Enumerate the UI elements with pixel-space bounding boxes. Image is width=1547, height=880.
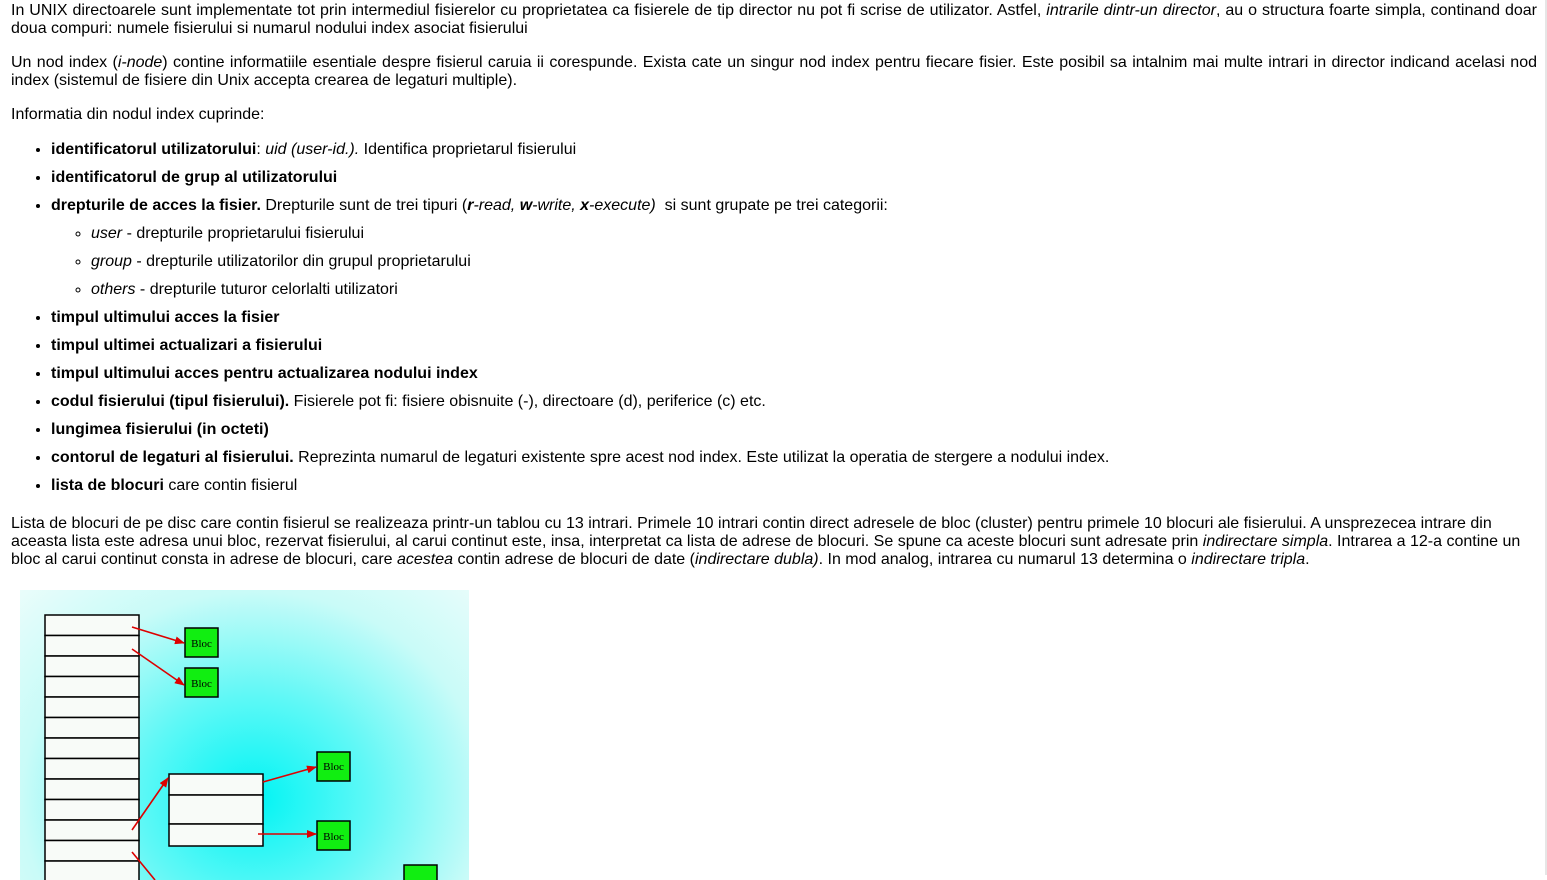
block-list-paragraph: Lista de blocuri de pe disc care contin … [11,515,1521,568]
table-cell [44,819,140,842]
table-cell [44,860,140,880]
list-item: identificatorul utilizatorului: uid (use… [51,141,1537,159]
inode-paragraph: Un nod index (i-node) contine informatii… [11,54,1538,89]
table-cell [44,798,140,821]
table-cell [44,655,140,678]
table-cell [168,773,264,796]
list-item: drepturile de acces la fisier. Drepturil… [51,197,1537,299]
list-item: timpul ultimului acces pentru actualizar… [51,365,1537,383]
svg-text:Bloc: Bloc [191,638,212,650]
svg-text:Bloc: Bloc [323,761,344,773]
address-table [44,614,140,880]
list-item: group - drepturile utilizatorilor din gr… [91,253,1537,271]
data-block: Bloc [316,820,351,851]
table-cell [44,737,140,760]
table-cell [44,634,140,657]
table-cell [168,823,264,847]
table-cell [44,778,140,801]
list-item: user - drepturile proprietarului fisieru… [91,225,1537,243]
inode-info-lead: Informatia din nodul index cuprinde: [11,106,265,123]
list-item: others - drepturile tuturor celorlalti u… [91,281,1537,299]
table-cell [44,839,140,862]
svg-text:Bloc: Bloc [191,678,212,690]
table-cell [168,794,264,825]
document-body: In UNIX directoarele sunt implementate t… [11,2,1537,569]
svg-text:Bloc: Bloc [323,831,344,843]
indirect-table [168,773,264,847]
inode-block-diagram: Bloc Bloc Bloc Bloc [20,590,469,880]
table-cell [44,757,140,780]
table-cell [44,614,140,637]
arrow [131,626,185,645]
inode-fields-list: identificatorul utilizatorului: uid (use… [11,141,1537,495]
list-item: identificatorul de grup al utilizatorulu… [51,169,1537,187]
data-block: Bloc [184,667,219,698]
arrow [262,765,317,783]
intro-paragraph: In UNIX directoarele sunt implementate t… [11,2,1538,37]
data-block: Bloc [316,751,351,782]
table-cell [44,696,140,719]
list-item: lungimea fisierului (in octeti) [51,421,1537,439]
table-cell [44,675,140,698]
list-item: codul fisierului (tipul fisierului). Fis… [51,393,1537,411]
list-item: contorul de legaturi al fisierului. Repr… [51,449,1537,467]
list-item: timpul ultimei actualizari a fisierului [51,337,1537,355]
diagram-svg: Bloc Bloc Bloc Bloc [44,614,438,880]
table-cell [44,716,140,739]
data-block: Bloc [184,627,219,658]
list-item: lista de blocuri care contin fisierul [51,477,1537,495]
data-block [403,864,438,880]
arrow [131,648,185,686]
list-item: timpul ultimului acces la fisier [51,309,1537,327]
access-categories-list: user - drepturile proprietarului fisieru… [51,225,1537,299]
